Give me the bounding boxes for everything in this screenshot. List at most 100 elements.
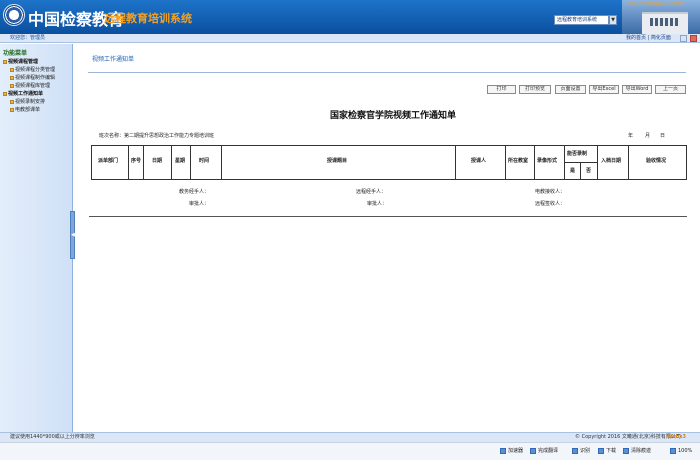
header-recording-form: 录像形式 [537, 158, 558, 164]
task-label: 100% [678, 448, 693, 454]
page-icon [10, 75, 14, 80]
clear-traces-button[interactable]: 清除痕迹 [623, 447, 651, 455]
approver-1: 审批人： [189, 201, 210, 207]
browser-status-bar: 加速器 完成翻译 识别 下载 清除痕迹 100% [0, 442, 700, 460]
column-divider [534, 145, 535, 180]
av-receiver: 电教接收人： [535, 189, 566, 195]
top-status-bar: 欢迎您：管理员 我的首页 | 简化页面 [0, 34, 700, 43]
accelerator-icon [500, 447, 506, 454]
building-caption: 中华人民共和国最高人民检察院 [627, 1, 683, 6]
header-yes: 是 [570, 168, 576, 174]
column-divider [190, 145, 191, 180]
zoom-icon [670, 447, 676, 454]
export-word-button[interactable]: 导出Word [622, 85, 652, 94]
sidebar-title: 功能菜单 [3, 50, 28, 57]
page-icon [10, 99, 14, 104]
download-button[interactable]: 下载 [598, 447, 616, 455]
class-name: 班次名称：第二期提升思想政治工作能力专题培训班 [99, 133, 215, 139]
page-setup-button[interactable]: 页面设置 [555, 85, 586, 94]
sidebar-group-label: 视频工作通知单 [8, 91, 44, 97]
header-serial: 序号 [131, 158, 142, 164]
download-icon [598, 447, 604, 454]
task-label: 完成翻译 [538, 448, 559, 454]
document-title: 国家检察官学院视频工作通知单 [330, 111, 457, 121]
column-divider [128, 145, 129, 180]
system-select[interactable]: 远程教育培训系统 [554, 15, 609, 25]
header-acceptance: 验收情况 [646, 158, 667, 164]
top-links: 我的首页 | 简化页面 [626, 34, 671, 43]
sidebar: 功能菜单 视频课程管理 视频课程分类管理 视频课程制作编辑 视频课程库管理 视频… [0, 44, 73, 432]
header-date: 日期 [152, 158, 163, 164]
header-time: 时间 [199, 158, 210, 164]
date-year: 年 [628, 133, 634, 139]
row-divider [564, 162, 597, 163]
column-divider [628, 145, 629, 180]
sidebar-item-label: 电教部课单 [15, 107, 41, 113]
column-divider [455, 145, 456, 180]
sidebar-item-course-library[interactable]: 视频课程库管理 [10, 83, 50, 90]
task-label: 下载 [606, 448, 617, 454]
previous-page-button[interactable]: 上一页 [655, 85, 686, 94]
task-label: 清除痕迹 [631, 448, 652, 454]
switch-version-link[interactable]: 简化页面 [651, 35, 671, 41]
page-icon [10, 83, 14, 88]
remote-handler: 远程经手人： [356, 189, 387, 195]
sidebar-group-video-course[interactable]: 视频课程管理 [3, 59, 38, 66]
header-dispatch-dept: 派单部门 [98, 158, 119, 164]
page-title: 视频工作通知单 [92, 56, 135, 63]
sidebar-item-course-category[interactable]: 视频课程分类管理 [10, 67, 55, 74]
close-icon[interactable] [690, 35, 697, 42]
sidebar-item-av-lessons[interactable]: 电教部课单 [10, 107, 40, 114]
recognize-button[interactable]: 识别 [572, 447, 590, 455]
resolution-tip: 建议使用1440*900或以上分辨率浏览 [10, 434, 95, 440]
recognize-icon [572, 447, 578, 454]
copyright: © Copyright 2016 文曦通(北京)科技有限公司 [575, 434, 681, 440]
column-divider [143, 145, 144, 180]
approver-2: 审批人： [367, 201, 388, 207]
task-label: 识别 [580, 448, 591, 454]
footer-logo: Webx3 [667, 434, 687, 440]
help-icon[interactable] [680, 35, 687, 42]
date-month: 月 [645, 133, 651, 139]
sidebar-item-recording-plan[interactable]: 视频录制安排 [10, 99, 45, 106]
header-weekday: 星期 [175, 158, 186, 164]
header-archive-date: 入档日期 [601, 158, 622, 164]
page-icon [10, 67, 14, 72]
chevron-down-icon[interactable]: ▼ [609, 15, 617, 25]
procuratorate-emblem-icon [3, 4, 25, 26]
header-lecture-topic: 授课题目 [327, 158, 348, 164]
remote-signer: 远程签收人： [535, 201, 566, 207]
column-divider [580, 162, 581, 180]
title-divider [88, 72, 686, 73]
sidebar-item-label: 视频课程分类管理 [15, 67, 56, 73]
sidebar-group-work-notice[interactable]: 视频工作通知单 [3, 91, 43, 98]
welcome-text: 欢迎您：管理员 [10, 35, 46, 41]
sidebar-item-course-edit[interactable]: 视频课程制作编辑 [10, 75, 55, 82]
system-subtitle: 远程教育培训系统 [104, 12, 192, 25]
sidebar-collapse-handle[interactable]: ◀ [70, 211, 75, 259]
folder-icon [3, 91, 7, 96]
header-banner: 中国检察教育 远程教育培训系统 远程教育培训系统 ▼ 中华人民共和国最高人民检察… [0, 0, 700, 34]
column-divider [505, 145, 506, 180]
translate-button[interactable]: 完成翻译 [530, 447, 558, 455]
header-classroom: 所在教室 [508, 158, 529, 164]
task-label: 加速器 [508, 448, 524, 454]
accelerator-button[interactable]: 加速器 [500, 447, 523, 455]
sidebar-item-label: 视频录制安排 [15, 99, 46, 105]
sidebar-group-label: 视频课程管理 [8, 59, 39, 65]
academic-handler: 教务经手人： [179, 189, 210, 195]
translate-icon [530, 447, 536, 454]
zoom-level[interactable]: 100% [670, 447, 692, 455]
sidebar-item-label: 视频课程制作编辑 [15, 75, 56, 81]
print-preview-button[interactable]: 打印预览 [519, 85, 551, 94]
footer: 建议使用1440*900或以上分辨率浏览 © Copyright 2016 文曦… [0, 432, 700, 442]
print-button[interactable]: 打印 [487, 85, 516, 94]
header-no: 否 [586, 168, 592, 174]
folder-icon [3, 59, 7, 64]
my-home-link[interactable]: 我的首页 [626, 35, 646, 41]
page-icon [10, 107, 14, 112]
export-excel-button[interactable]: 导出Excel [589, 85, 619, 94]
header-lecturer: 授课人 [471, 158, 487, 164]
column-divider [171, 145, 172, 180]
sidebar-item-label: 视频课程库管理 [15, 83, 51, 89]
